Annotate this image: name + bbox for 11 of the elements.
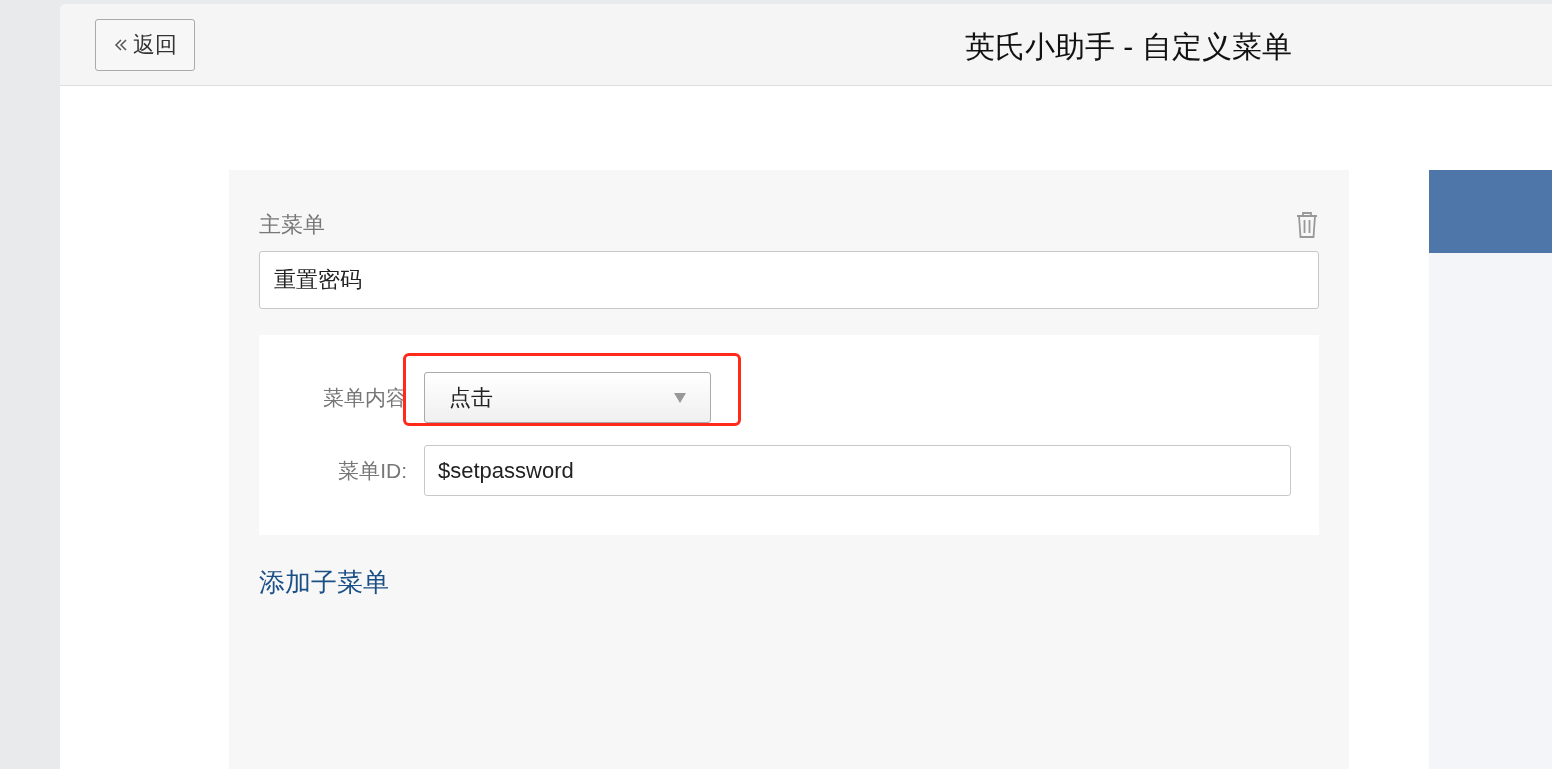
- dropdown-arrow-icon: [674, 391, 686, 404]
- page-title: 英氏小助手 - 自定义菜单: [965, 29, 1292, 65]
- double-chevron-left-icon: [113, 36, 129, 53]
- field-label: 主菜单: [259, 211, 325, 239]
- trash-icon[interactable]: [1295, 210, 1319, 239]
- back-button[interactable]: 返回: [95, 18, 195, 71]
- field-label: 菜单ID:: [337, 457, 408, 484]
- content-select[interactable]: 点击: [424, 372, 711, 423]
- menu-name-field[interactable]: 重置密码: [259, 251, 1319, 309]
- menu-id-field[interactable]: $setpassword: [424, 445, 1291, 496]
- add-submenu-link[interactable]: 添加子菜单: [259, 563, 389, 602]
